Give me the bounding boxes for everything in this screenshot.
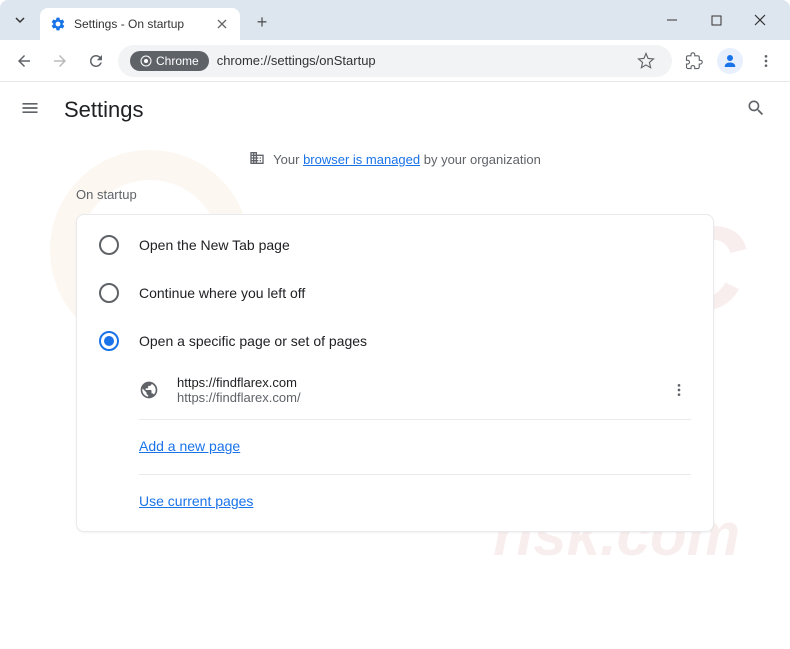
radio-label: Continue where you left off [139,285,305,301]
new-tab-button[interactable]: + [248,8,276,36]
divider [139,474,691,475]
window-controls [658,6,782,34]
radio-icon [99,283,119,303]
avatar-icon [717,48,743,74]
forward-button[interactable] [46,47,74,75]
browser-tab[interactable]: Settings - On startup [40,8,240,40]
url-text: chrome://settings/onStartup [217,53,376,68]
reload-button[interactable] [82,47,110,75]
use-current-link[interactable]: Use current pages [139,493,253,509]
radio-specific-pages[interactable]: Open a specific page or set of pages [77,317,713,365]
maximize-button[interactable] [702,6,730,34]
page-entry-title: https://findflarex.com [177,375,667,390]
use-current-row: Use current pages [77,479,713,525]
radio-label: Open a specific page or set of pages [139,333,367,349]
page-title: Settings [64,97,144,123]
startup-card: Open the New Tab page Continue where you… [76,214,714,532]
browser-menu-icon[interactable] [752,47,780,75]
profile-button[interactable] [716,47,744,75]
add-page-row: Add a new page [77,424,713,470]
radio-icon [99,235,119,255]
chrome-chip: Chrome [130,51,209,71]
back-button[interactable] [10,47,38,75]
chrome-chip-label: Chrome [156,54,199,68]
radio-label: Open the New Tab page [139,237,290,253]
radio-icon [99,331,119,351]
tab-search-dropdown[interactable] [8,8,32,32]
more-actions-icon[interactable] [667,378,691,402]
tab-title: Settings - On startup [74,17,214,31]
radio-new-tab[interactable]: Open the New Tab page [77,221,713,269]
managed-link[interactable]: browser is managed [303,152,420,167]
page-info: https://findflarex.com https://findflare… [177,375,667,405]
section-label: On startup [0,187,790,214]
titlebar: Settings - On startup + [0,0,790,40]
address-bar[interactable]: Chrome chrome://settings/onStartup [118,45,672,77]
managed-banner: Your browser is managed by your organiza… [0,138,790,187]
search-icon[interactable] [746,98,770,122]
managed-text: Your browser is managed by your organiza… [273,152,541,167]
minimize-button[interactable] [658,6,686,34]
radio-continue[interactable]: Continue where you left off [77,269,713,317]
hamburger-menu-icon[interactable] [20,98,44,122]
close-window-button[interactable] [746,6,774,34]
page-entry-url: https://findflarex.com/ [177,390,667,405]
extensions-icon[interactable] [680,47,708,75]
settings-header: Settings [0,82,790,138]
close-tab-icon[interactable] [214,16,230,32]
add-page-link[interactable]: Add a new page [139,438,240,454]
divider [139,419,691,420]
building-icon [249,150,265,169]
settings-gear-icon [50,16,66,32]
globe-icon [139,380,159,400]
browser-toolbar: Chrome chrome://settings/onStartup [0,40,790,82]
bookmark-star-icon[interactable] [632,47,660,75]
startup-page-row: https://findflarex.com https://findflare… [77,365,713,415]
